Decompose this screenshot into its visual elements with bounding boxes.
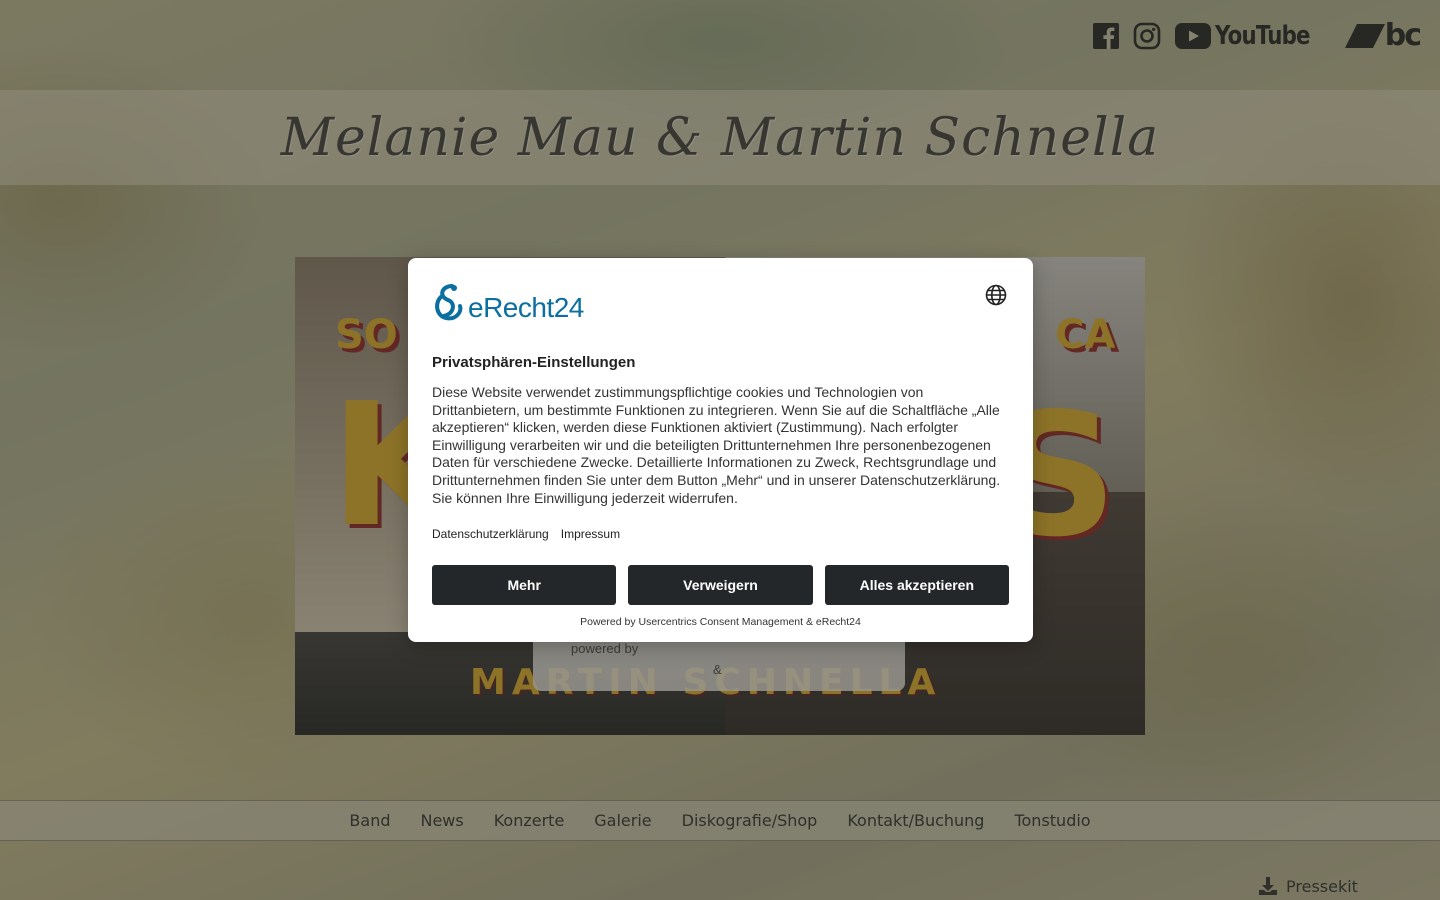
accept-all-button[interactable]: Alles akzeptieren bbox=[824, 565, 1009, 605]
language-globe-icon[interactable] bbox=[985, 284, 1007, 306]
consent-buttons: Mehr Verweigern Alles akzeptieren bbox=[432, 565, 1009, 605]
consent-body: Diese Website verwendet zustimmungspflic… bbox=[432, 384, 1001, 506]
erecht24-logo-text: eRecht24 bbox=[468, 292, 584, 323]
imprint-link[interactable]: Impressum bbox=[561, 527, 620, 541]
more-button[interactable]: Mehr bbox=[432, 565, 617, 605]
deny-button[interactable]: Verweigern bbox=[628, 565, 813, 605]
consent-links: Datenschutzerklärung Impressum bbox=[432, 527, 620, 541]
powered-by-text: Powered by Usercentrics Consent Manageme… bbox=[580, 616, 861, 628]
consent-dialog: eRecht24 Privatsphären-Einstellungen Die… bbox=[408, 258, 1033, 642]
consent-title: Privatsphären-Einstellungen bbox=[432, 354, 636, 371]
erecht24-logo-icon bbox=[435, 284, 463, 321]
privacy-policy-link[interactable]: Datenschutzerklärung bbox=[432, 527, 549, 541]
erecht24-logo: eRecht24 bbox=[432, 282, 584, 322]
